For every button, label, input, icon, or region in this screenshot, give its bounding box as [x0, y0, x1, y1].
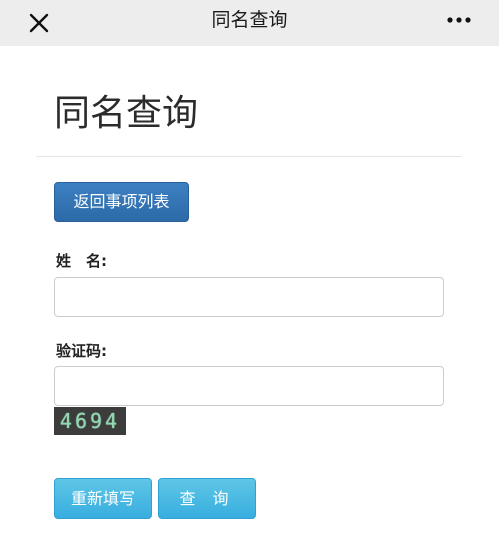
- top-bar: 同名查询: [0, 0, 499, 46]
- top-bar-title: 同名查询: [211, 9, 288, 31]
- captcha-label: 验证码:: [56, 342, 107, 360]
- name-input[interactable]: [54, 277, 444, 317]
- page-title: 同名查询: [54, 93, 199, 134]
- captcha-code: 4694: [59, 409, 121, 433]
- reset-button[interactable]: 重新填写: [54, 478, 152, 519]
- divider: [36, 156, 462, 157]
- query-button[interactable]: 查 询: [158, 478, 256, 519]
- more-options-button[interactable]: [440, 9, 478, 31]
- name-label: 姓 名:: [56, 252, 107, 270]
- more-dots-icon: [447, 17, 471, 23]
- back-to-list-button[interactable]: 返回事项列表: [54, 182, 189, 222]
- captcha-image[interactable]: 4694: [54, 407, 126, 435]
- close-icon: [29, 13, 49, 33]
- captcha-input[interactable]: [54, 366, 444, 406]
- close-button[interactable]: [24, 8, 54, 38]
